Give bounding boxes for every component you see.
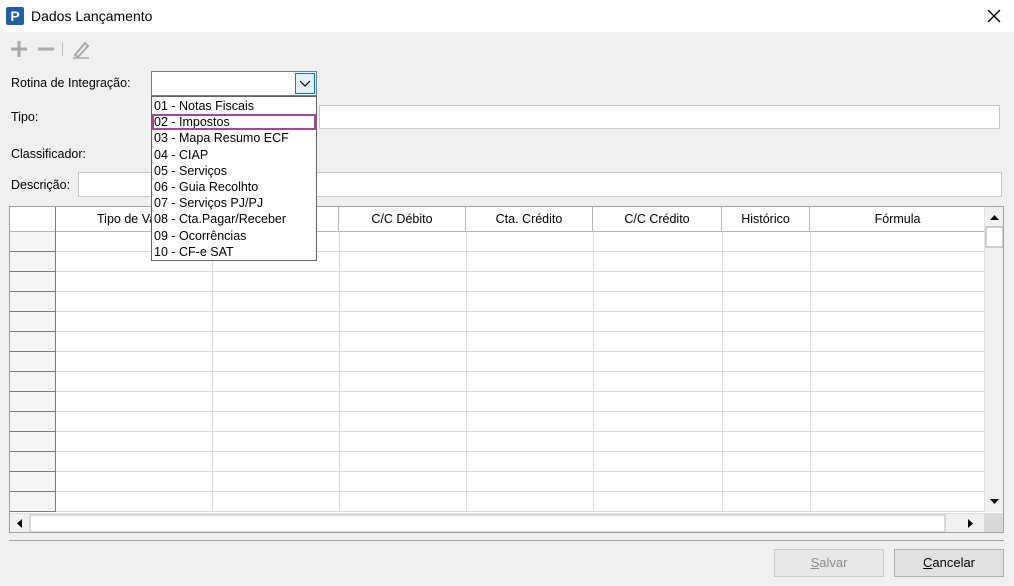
- column-header-cc-credito[interactable]: C/C Crédito: [593, 207, 722, 232]
- grid-row: [56, 471, 985, 472]
- grid-row: [56, 291, 985, 292]
- vertical-scrollbar[interactable]: [984, 207, 1003, 512]
- tipo-field[interactable]: [319, 105, 1000, 129]
- row-indicator[interactable]: [10, 392, 56, 412]
- grid-row: [56, 351, 985, 352]
- grid-row: [56, 271, 985, 272]
- scrollbar-corner: [984, 513, 1003, 532]
- grid-row: [56, 311, 985, 312]
- column-header-cta-credito[interactable]: Cta. Crédito: [466, 207, 593, 232]
- horizontal-scrollbar[interactable]: [10, 513, 985, 532]
- tipo-label: Tipo:: [11, 110, 39, 124]
- grid-column-line: [339, 232, 340, 512]
- salvar-button[interactable]: Salvar: [774, 549, 884, 577]
- grid-row: [56, 391, 985, 392]
- grid-column-line: [212, 232, 213, 512]
- cancelar-button-label: Cancelar: [922, 555, 976, 570]
- grid-row: [56, 331, 985, 332]
- footer-divider: [9, 540, 1004, 541]
- grid-column-line: [466, 232, 467, 512]
- dropdown-option[interactable]: 07 - Serviços PJ/PJ: [152, 195, 316, 211]
- cancelar-button[interactable]: Cancelar: [894, 549, 1004, 577]
- column-header-cc-debito[interactable]: C/C Débito: [339, 207, 466, 232]
- title-bar: P Dados Lançamento: [0, 0, 1014, 33]
- dropdown-option[interactable]: 04 - CIAP: [152, 147, 316, 163]
- column-header-formula[interactable]: Fórmula: [810, 207, 985, 232]
- dropdown-option[interactable]: 08 - Cta.Pagar/Receber: [152, 211, 316, 227]
- descricao-label: Descrição:: [11, 178, 71, 192]
- dropdown-option[interactable]: 06 - Guia Recolhto: [152, 179, 316, 195]
- row-indicator-header: [10, 207, 56, 232]
- dropdown-option[interactable]: 05 - Serviços: [152, 163, 316, 179]
- row-indicator[interactable]: [10, 412, 56, 432]
- rotina-dropdown-list: 01 - Notas Fiscais 02 - Impostos 03 - Ma…: [151, 96, 317, 261]
- rotina-label: Rotina de Integração:: [11, 76, 131, 90]
- dropdown-option-highlighted[interactable]: 02 - Impostos: [152, 114, 316, 131]
- grid-column-line: [593, 232, 594, 512]
- grid-row: [56, 411, 985, 412]
- row-indicator[interactable]: [10, 232, 56, 252]
- row-indicator[interactable]: [10, 372, 56, 392]
- row-indicator[interactable]: [10, 352, 56, 372]
- dropdown-option[interactable]: 09 - Ocorrências: [152, 228, 316, 244]
- app-logo-icon: P: [6, 7, 24, 25]
- classificador-label: Classificador:: [11, 147, 87, 161]
- row-indicator[interactable]: [10, 472, 56, 492]
- grid-row: [56, 491, 985, 492]
- grid-column-line: [722, 232, 723, 512]
- grid-row: [56, 431, 985, 432]
- grid-row: [56, 511, 985, 512]
- row-indicator[interactable]: [10, 452, 56, 472]
- row-indicator[interactable]: [10, 432, 56, 452]
- row-indicator[interactable]: [10, 312, 56, 332]
- dropdown-option[interactable]: 10 - CF-e SAT: [152, 244, 316, 260]
- row-indicator[interactable]: [10, 332, 56, 352]
- column-header-historico[interactable]: Histórico: [722, 207, 810, 232]
- toolbar: [0, 34, 1014, 64]
- rotina-combo[interactable]: [151, 71, 317, 96]
- grid-row: [56, 451, 985, 452]
- add-icon[interactable]: [8, 38, 30, 60]
- remove-icon[interactable]: [35, 38, 57, 60]
- salvar-button-label: Salvar: [810, 555, 848, 570]
- row-indicator[interactable]: [10, 292, 56, 312]
- toolbar-divider: [62, 42, 63, 56]
- dropdown-option[interactable]: 03 - Mapa Resumo ECF: [152, 130, 316, 146]
- edit-pencil-icon[interactable]: [70, 38, 92, 60]
- dropdown-option[interactable]: 01 - Notas Fiscais: [152, 98, 316, 114]
- row-indicator[interactable]: [10, 492, 56, 512]
- grid-row: [56, 371, 985, 372]
- window-title: Dados Lançamento: [31, 8, 153, 24]
- row-indicator[interactable]: [10, 272, 56, 292]
- row-indicator[interactable]: [10, 252, 56, 272]
- close-icon[interactable]: [984, 6, 1004, 26]
- grid-column-line: [810, 232, 811, 512]
- chevron-down-icon[interactable]: [295, 73, 315, 94]
